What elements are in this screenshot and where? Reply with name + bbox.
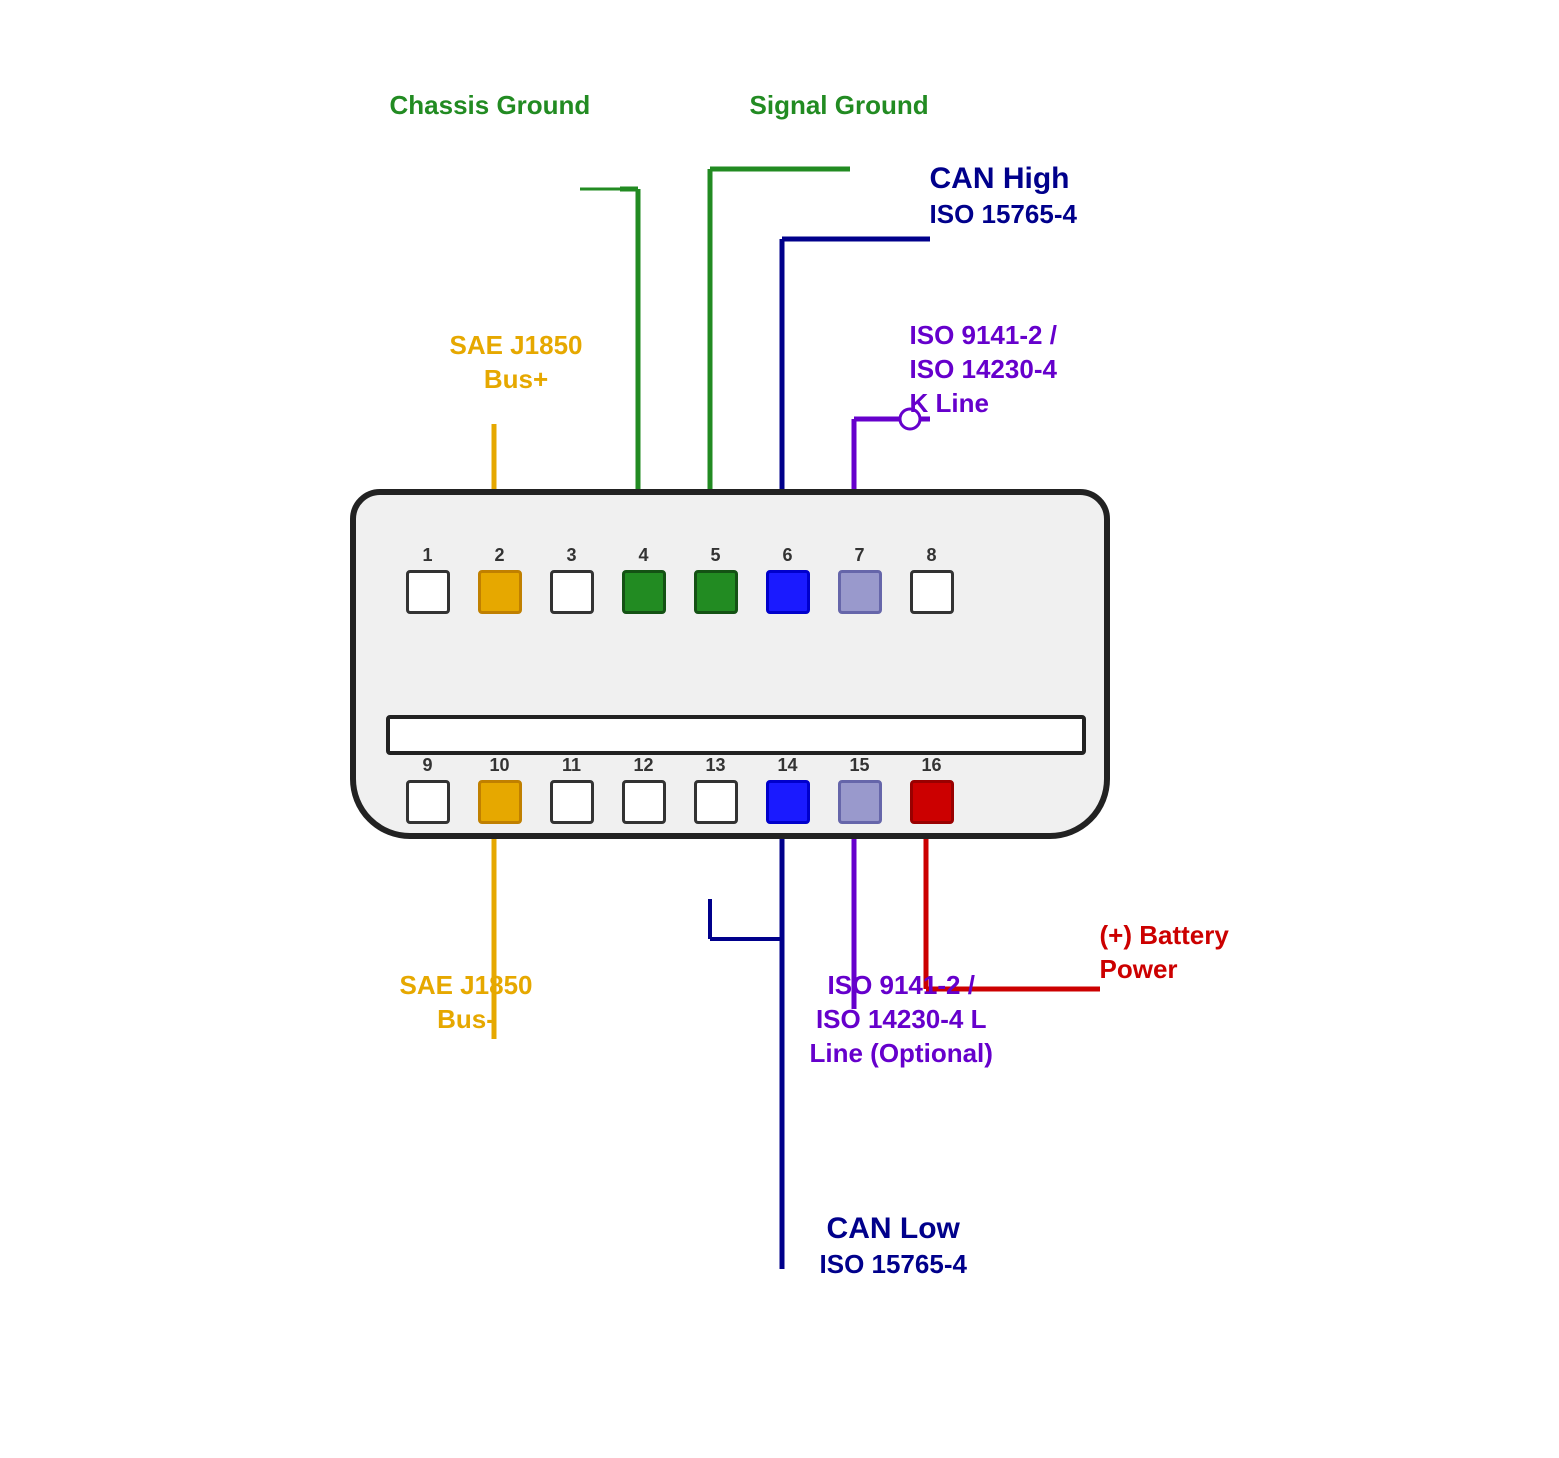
can-high-label: CAN High ISO 15765-4 [930,159,1077,232]
pin-13-box [694,780,738,824]
pin-14: 14 [766,755,810,824]
iso-k-line-label: ISO 9141-2 / ISO 14230-4 K Line [910,319,1057,420]
pin-16: 16 [910,755,954,824]
sae-j1850-busminus-label: SAE J1850 Bus- [400,969,533,1037]
pin-7-box [838,570,882,614]
pin-15: 15 [838,755,882,824]
pin-3-box [550,570,594,614]
battery-power-label: (+) Battery Power [1100,919,1229,987]
pin-8: 8 [910,545,954,614]
pin-3: 3 [550,545,594,614]
bottom-pin-row: 9 10 11 12 13 14 [406,755,954,824]
pin-12: 12 [622,755,666,824]
obd-connector: 1 2 3 4 5 6 7 [350,489,1110,839]
pin-13: 13 [694,755,738,824]
sae-j1850-busplus-label: SAE J1850 Bus+ [450,329,583,397]
pin-6: 6 [766,545,810,614]
pin-5: 5 [694,545,738,614]
pin-10: 10 [478,755,522,824]
top-pin-row: 1 2 3 4 5 6 7 [406,545,954,614]
pin-8-box [910,570,954,614]
pin-9: 9 [406,755,450,824]
pin-4-box [622,570,666,614]
chassis-ground-label: Chassis Ground [390,89,591,123]
iso-l-line-label: ISO 9141-2 / ISO 14230-4 L Line (Optiona… [810,969,993,1070]
signal-ground-label: Signal Ground [750,89,929,123]
pin-11: 11 [550,755,594,824]
pin-1-box [406,570,450,614]
pin-5-box [694,570,738,614]
obd-diagram: 1 2 3 4 5 6 7 [230,39,1330,1419]
pin-9-box [406,780,450,824]
pin-11-box [550,780,594,824]
pin-4: 4 [622,545,666,614]
pin-2: 2 [478,545,522,614]
pin-16-box [910,780,954,824]
pin-14-box [766,780,810,824]
pin-6-box [766,570,810,614]
pin-12-box [622,780,666,824]
pin-2-box [478,570,522,614]
connector-center-bar [386,715,1086,755]
pin-10-box [478,780,522,824]
pin-15-box [838,780,882,824]
pin-1: 1 [406,545,450,614]
can-low-label: CAN Low ISO 15765-4 [820,1209,967,1282]
pin-7: 7 [838,545,882,614]
